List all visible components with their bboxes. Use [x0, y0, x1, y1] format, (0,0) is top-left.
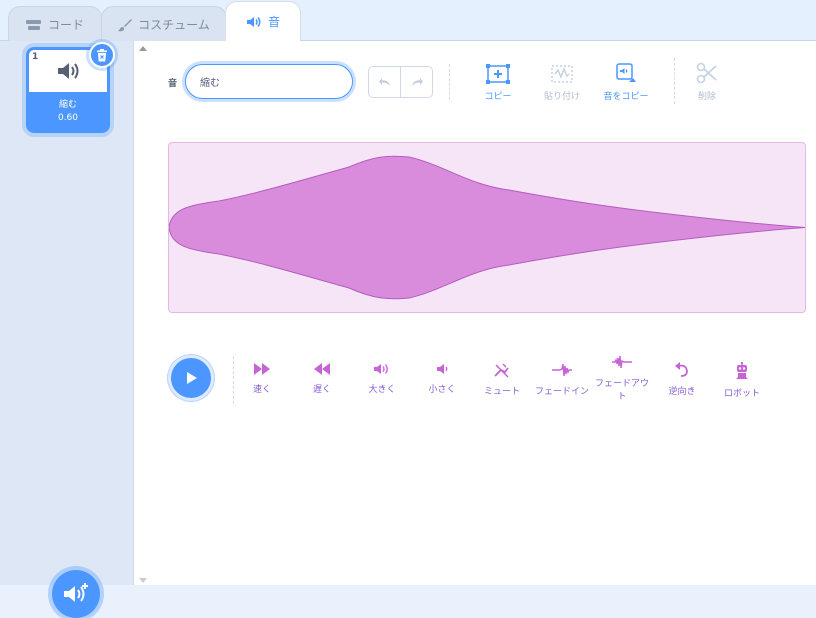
scissors-icon [696, 62, 717, 84]
effect-louder-label: 大きく [368, 385, 396, 395]
effect-reverse-label: 逆向き [668, 387, 696, 397]
effect-fade-in-label: フェードイン [534, 387, 589, 397]
softer-icon [437, 364, 448, 374]
undo-button[interactable] [369, 67, 400, 97]
tab-code-label: コード [47, 18, 84, 32]
tab-costumes[interactable]: コスチューム [101, 6, 227, 42]
slower-icon [314, 363, 330, 375]
fade-out-icon [612, 355, 632, 369]
effect-reverse-button[interactable]: 逆向き [651, 362, 713, 399]
paste-icon [551, 65, 573, 83]
tab-code[interactable]: コード [8, 6, 102, 42]
effect-fade-out-label: フェードアウト [594, 379, 649, 402]
sound-name-label: 音 [168, 79, 178, 89]
effect-faster-label: 速く [252, 385, 271, 395]
paste-label: 貼り付け [543, 92, 580, 102]
undo-redo-group [368, 66, 433, 98]
sound-list: 1 縮む 0.60 [0, 41, 134, 618]
paste-button[interactable]: 貼り付け [540, 64, 584, 102]
sound-list-scrollbar[interactable] [134, 41, 152, 585]
toolbar-divider [449, 64, 450, 100]
copy-icon [486, 64, 510, 84]
copy-button[interactable]: コピー [478, 64, 518, 102]
effect-faster-button[interactable]: 速く [231, 362, 293, 397]
effect-slower-label: 遅く [312, 385, 331, 395]
effect-softer-label: 小さく [428, 385, 456, 395]
effect-robot-label: ロボット [723, 389, 760, 399]
fade-in-icon [552, 363, 572, 377]
effect-mute-label: ミュート [483, 387, 520, 397]
effect-slower-button[interactable]: 遅く [291, 362, 353, 397]
delete-sound-button[interactable] [89, 42, 115, 68]
waveform-display[interactable] [168, 142, 806, 313]
sound-name-input[interactable] [185, 64, 353, 99]
toolbar-divider [674, 58, 675, 104]
waveform-shape [168, 155, 806, 300]
sound-item-index: 1 [32, 52, 39, 62]
redo-icon [411, 78, 423, 86]
effect-robot-button[interactable]: ロボット [711, 362, 773, 401]
mute-icon [494, 363, 509, 378]
tab-costumes-label: コスチューム [138, 18, 210, 32]
robot-icon [736, 362, 748, 379]
code-icon [25, 19, 41, 30]
waveform-graphic [168, 155, 806, 300]
tab-sounds-label: 音 [267, 15, 280, 29]
effect-fade-in-button[interactable]: フェードイン [531, 362, 593, 399]
add-sound-button[interactable] [52, 570, 100, 618]
effect-fade-out-button[interactable]: フェードアウト [591, 354, 653, 404]
sound-item-duration: 0.60 [57, 113, 79, 123]
sound-list-pane: 1 縮む 0.60 [0, 41, 152, 618]
play-icon [187, 372, 197, 384]
brush-icon [118, 18, 133, 31]
faster-icon [254, 363, 270, 375]
effect-softer-button[interactable]: 小さく [411, 362, 473, 397]
scroll-down-arrow-icon[interactable] [139, 578, 147, 583]
speaker-icon [58, 63, 79, 79]
undo-icon [378, 78, 390, 86]
effect-louder-button[interactable]: 大きく [351, 362, 413, 397]
add-sound-icon [64, 583, 88, 602]
copy-to-new-icon [616, 63, 636, 82]
delete-label: 削除 [697, 92, 716, 102]
scroll-up-arrow-icon[interactable] [139, 46, 147, 51]
copy-to-new-label: 音をコピー [603, 92, 649, 102]
reverse-icon [675, 362, 688, 377]
tab-sounds[interactable]: 音 [225, 1, 301, 41]
effect-mute-button[interactable]: ミュート [471, 362, 533, 399]
copy-to-new-button[interactable]: 音をコピー [598, 62, 654, 102]
sound-item-name: 縮む [58, 100, 77, 110]
copy-label: コピー [484, 92, 512, 102]
speaker-icon [246, 16, 261, 27]
play-button[interactable] [168, 355, 214, 401]
trash-icon [97, 48, 107, 61]
redo-button[interactable] [400, 67, 432, 97]
louder-icon [374, 364, 388, 374]
delete-button[interactable]: 削除 [692, 62, 722, 102]
editor-tabs: コード コスチューム 音 [0, 0, 816, 42]
